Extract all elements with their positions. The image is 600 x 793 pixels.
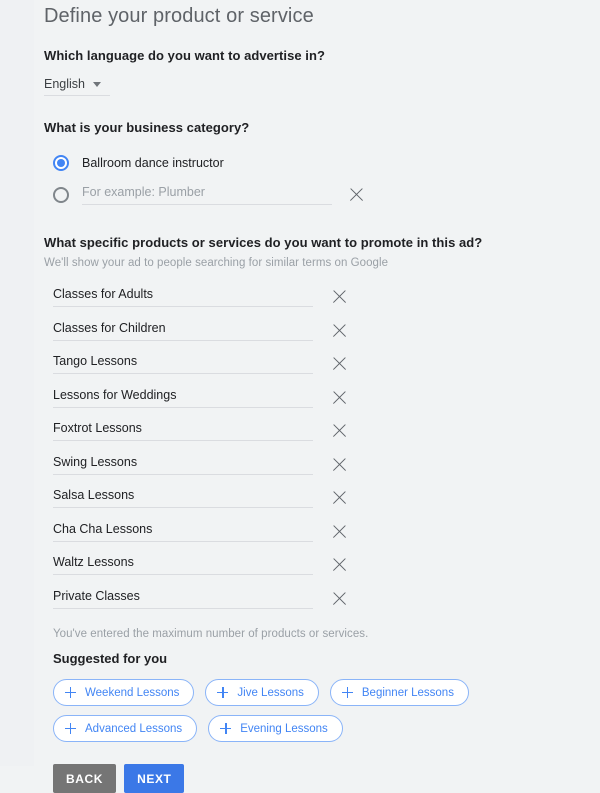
product-row: Classes for Adults (44, 281, 590, 315)
product-row: Private Classes (44, 582, 590, 616)
product-input[interactable]: Waltz Lessons (53, 555, 313, 576)
products-list: Classes for Adults Classes for Children … (44, 281, 590, 616)
suggestion-chip-label: Beginner Lessons (361, 686, 454, 699)
language-select[interactable]: English (44, 77, 110, 96)
suggestion-chip[interactable]: Advanced Lessons (53, 715, 198, 742)
max-items-note: You've entered the maximum number of pro… (53, 627, 369, 640)
plus-icon (65, 723, 76, 734)
language-question: Which language do you want to advertise … (44, 48, 325, 63)
close-icon[interactable] (329, 320, 351, 342)
suggestion-chip[interactable]: Beginner Lessons (329, 679, 469, 706)
close-icon[interactable] (329, 487, 351, 509)
product-row: Waltz Lessons (44, 549, 590, 583)
product-row: Swing Lessons (44, 448, 590, 482)
category-option-label: Ballroom dance instructor (82, 156, 224, 170)
chevron-down-icon (93, 81, 101, 87)
suggestion-chips: Weekend Lessons Jive Lessons Beginner Le… (44, 679, 590, 742)
suggestion-chip[interactable]: Evening Lessons (208, 715, 343, 742)
radio-selected-icon[interactable] (53, 155, 69, 171)
close-icon[interactable] (329, 588, 351, 610)
footer-buttons: BACK NEXT (44, 764, 590, 793)
next-button[interactable]: NEXT (124, 764, 185, 793)
close-icon[interactable] (329, 353, 351, 375)
close-icon[interactable] (346, 184, 368, 206)
product-input[interactable]: Foxtrot Lessons (53, 421, 313, 442)
product-input[interactable]: Salsa Lessons (53, 488, 313, 509)
radio-unselected-icon[interactable] (53, 187, 69, 203)
product-input[interactable]: Lessons for Weddings (53, 388, 313, 408)
product-input[interactable]: Swing Lessons (53, 455, 313, 475)
category-question: What is your business category? (44, 120, 250, 135)
category-custom-field-wrap: For example: Plumber (82, 184, 368, 206)
product-input[interactable]: Classes for Adults (53, 287, 313, 308)
product-row: Foxtrot Lessons (44, 415, 590, 449)
suggestion-chip-label: Advanced Lessons (85, 722, 183, 735)
close-icon[interactable] (329, 420, 351, 442)
product-input[interactable]: Cha Cha Lessons (53, 522, 313, 542)
plus-icon (217, 687, 229, 698)
close-icon[interactable] (329, 286, 351, 308)
suggestion-chip-label: Evening Lessons (240, 722, 328, 735)
product-row: Lessons for Weddings (44, 381, 590, 415)
page-title: Define your product or service (44, 5, 314, 27)
products-subtitle: We'll show your ad to people searching f… (44, 257, 389, 269)
suggestions-title: Suggested for you (53, 651, 168, 666)
products-question: What specific products or services do yo… (44, 235, 483, 250)
category-option-existing[interactable]: Ballroom dance instructor (44, 148, 590, 178)
category-option-custom[interactable]: For example: Plumber (44, 180, 590, 210)
product-input[interactable]: Tango Lessons (53, 354, 313, 375)
product-row: Tango Lessons (44, 348, 590, 382)
product-input[interactable]: Classes for Children (53, 321, 313, 341)
close-icon[interactable] (329, 521, 351, 543)
close-icon[interactable] (329, 554, 351, 576)
product-row: Salsa Lessons (44, 482, 590, 516)
suggestion-chip-label: Weekend Lessons (85, 686, 180, 699)
suggestion-chip-label: Jive Lessons (237, 686, 304, 699)
form-container: Define your product or service Which lan… (34, 0, 600, 793)
category-custom-input[interactable]: For example: Plumber (82, 185, 332, 205)
plus-icon (220, 723, 232, 734)
page-root: Define your product or service Which lan… (0, 0, 600, 793)
product-row: Cha Cha Lessons (44, 515, 590, 549)
plus-icon (341, 687, 353, 698)
suggestion-chip[interactable]: Jive Lessons (205, 679, 319, 706)
product-input[interactable]: Private Classes (53, 589, 313, 609)
language-selected-value: English (44, 77, 85, 91)
close-icon[interactable] (329, 454, 351, 476)
back-button[interactable]: BACK (53, 764, 117, 793)
close-icon[interactable] (329, 387, 351, 409)
product-row: Classes for Children (44, 314, 590, 348)
plus-icon (65, 687, 76, 698)
suggestion-chip[interactable]: Weekend Lessons (53, 679, 195, 706)
